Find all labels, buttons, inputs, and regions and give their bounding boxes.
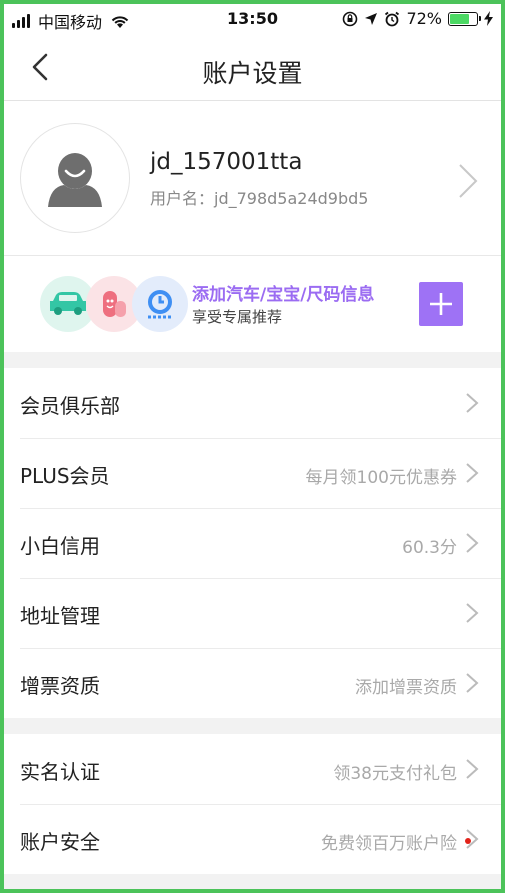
menu-item-address-management[interactable]: 地址管理 [4,578,501,648]
menu-item-value: 免费领百万账户险 [321,834,457,854]
menu-item-label: 地址管理 [20,604,100,628]
settings-group-1: 会员俱乐部 PLUS会员 每月领100元优惠券 小白信用 60.3分 地址管理 … [4,368,501,718]
user-id-label: 用户名：jd_798d5a24d9bd5 [150,189,369,208]
section-divider [4,718,501,734]
menu-item-value: 每月领100元优惠券 [305,468,457,488]
username: jd_157001tta [150,149,303,175]
menu-item-label: 小白信用 [20,534,100,558]
chevron-right-icon [466,829,479,849]
section-divider [4,352,501,368]
menu-item-xiaobai-credit[interactable]: 小白信用 60.3分 [4,508,501,578]
status-bar: 中国移动 13:50 72% [4,4,501,34]
plus-icon [430,293,452,315]
menu-item-vat-invoice[interactable]: 增票资质 添加增票资质 [4,648,501,718]
menu-item-member-club[interactable]: 会员俱乐部 [4,368,501,438]
chevron-right-icon [466,759,479,779]
location-icon [365,12,378,25]
charging-icon [484,11,493,26]
menu-item-account-security[interactable]: 账户安全 免费领百万账户险 [4,804,501,874]
chevron-right-icon [466,533,479,553]
size-tag-icon [132,276,188,332]
chevron-right-icon [466,673,479,693]
rotation-lock-icon [343,11,358,26]
nav-bar: 账户设置 [4,34,501,101]
menu-item-value: 60.3分 [402,538,457,558]
promo-banner[interactable]: 添加汽车/宝宝/尺码信息 享受专属推荐 [4,256,501,352]
menu-item-label: 账户安全 [20,830,100,854]
default-avatar-icon [48,153,102,207]
add-info-button[interactable] [419,282,463,326]
chevron-right-icon [466,603,479,623]
battery-fill [450,13,469,24]
battery-percent: 72% [406,9,442,28]
app-screen: 中国移动 13:50 72% 账户设置 jd_157001tta 用户名：jd_… [4,4,501,889]
menu-item-plus-member[interactable]: PLUS会员 每月领100元优惠券 [4,438,501,508]
profile-card[interactable]: jd_157001tta 用户名：jd_798d5a24d9bd5 [4,101,501,256]
menu-item-value: 添加增票资质 [355,678,457,698]
menu-item-label: 会员俱乐部 [20,394,120,418]
chevron-right-icon [459,164,478,198]
promo-title: 添加汽车/宝宝/尺码信息 [192,285,375,305]
page-title: 账户设置 [202,59,303,88]
menu-item-value: 领38元支付礼包 [333,764,457,784]
battery-icon [448,11,481,26]
promo-subtitle: 享受专属推荐 [192,308,283,326]
menu-item-label: 增票资质 [20,674,100,698]
chevron-right-icon [466,393,479,413]
alarm-icon [385,11,400,26]
chevron-right-icon [466,463,479,483]
avatar[interactable] [20,123,130,233]
menu-item-label: 实名认证 [20,760,100,784]
promo-icons [40,276,190,332]
menu-item-label: PLUS会员 [20,464,110,488]
menu-item-real-name-verification[interactable]: 实名认证 领38元支付礼包 [4,734,501,804]
settings-group-2: 实名认证 领38元支付礼包 账户安全 免费领百万账户险 [4,734,501,874]
status-right: 72% [342,9,493,28]
